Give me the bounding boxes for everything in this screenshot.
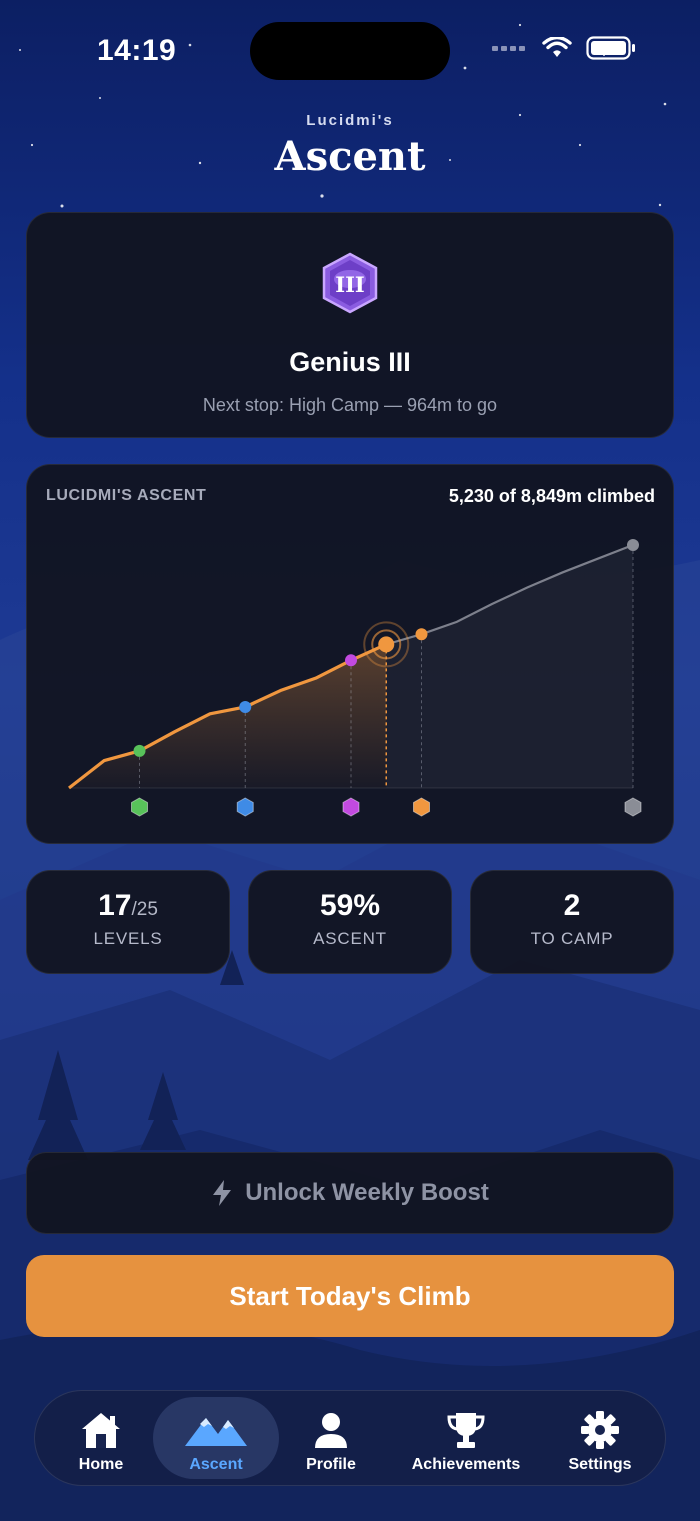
tab-achievements[interactable]: Achievements — [405, 1397, 527, 1479]
camp-marker — [415, 628, 428, 641]
page-header: Lucidmi's Ascent — [0, 112, 700, 180]
stat-levels: 17/25 LEVELS — [26, 870, 230, 974]
stat-label: LEVELS — [93, 929, 163, 948]
camp-marker — [239, 700, 252, 713]
rank-card: Genius III Next stop: High Camp — 964m t… — [26, 212, 674, 438]
status-time: 14:19 — [97, 34, 177, 67]
camp-marker — [133, 744, 146, 757]
tab-profile[interactable]: Profile — [297, 1397, 365, 1479]
gray-summit-icon — [624, 797, 642, 817]
orange-camp-icon — [342, 797, 360, 817]
tab-ascent[interactable]: Ascent — [153, 1397, 279, 1479]
stat-value: 17/25 — [98, 889, 158, 922]
rank-next-stop: Next stop: High Camp — 964m to go — [202, 395, 498, 415]
tab-label: Profile — [306, 1456, 356, 1473]
tab-label: Home — [78, 1456, 124, 1473]
battery-icon — [586, 36, 635, 60]
page-subtitle: Lucidmi's — [306, 112, 394, 129]
unlock-boost-label: Unlock Weekly Boost — [245, 1179, 489, 1206]
status-bar: 14:19 — [0, 0, 700, 100]
stat-label: TO CAMP — [530, 929, 614, 948]
trophy-icon — [447, 1413, 485, 1448]
remaining-area — [386, 545, 633, 788]
camp-marker — [627, 539, 639, 551]
tab-home[interactable]: Home — [67, 1397, 135, 1479]
page-title: Ascent — [274, 133, 426, 180]
signal-icon — [492, 46, 525, 51]
blue-camp-icon — [236, 797, 254, 817]
ascent-chart — [68, 539, 642, 817]
stat-value: 2 — [563, 889, 581, 922]
rank-badge-text: III — [335, 272, 364, 297]
dynamic-island — [250, 22, 450, 80]
wifi-icon — [542, 37, 572, 57]
status-icons — [492, 36, 636, 60]
ascent-chart-card: LUCIDMI'S ASCENT 5,230 of 8,849m climbed — [26, 464, 674, 844]
current-position-marker — [378, 636, 395, 653]
tab-settings[interactable]: Settings — [559, 1397, 641, 1479]
mountains-icon — [185, 1418, 247, 1446]
lightning-icon — [213, 1180, 232, 1206]
camp-marker — [345, 654, 357, 667]
stat-to-camp: 2 TO CAMP — [470, 870, 674, 974]
tab-label: Achievements — [411, 1456, 521, 1473]
stat-ascent: 59% ASCENT — [248, 870, 452, 974]
person-icon — [315, 1413, 347, 1448]
tab-label: Settings — [568, 1456, 632, 1473]
unlock-boost-button[interactable]: Unlock Weekly Boost — [26, 1152, 674, 1234]
start-climb-button[interactable]: Start Today's Climb — [26, 1255, 674, 1337]
purple-camp-icon — [413, 797, 430, 817]
gear-icon — [581, 1411, 619, 1449]
stat-label: ASCENT — [313, 929, 387, 948]
home-icon — [82, 1413, 120, 1448]
green-camp-icon — [131, 797, 148, 817]
tab-label: Ascent — [189, 1456, 243, 1473]
rank-badge-icon: III — [322, 252, 378, 314]
rank-name: Genius III — [289, 347, 411, 377]
stat-value: 59% — [319, 889, 381, 922]
tab-bar: Home Ascent Profile Achievements Setting… — [34, 1390, 666, 1486]
